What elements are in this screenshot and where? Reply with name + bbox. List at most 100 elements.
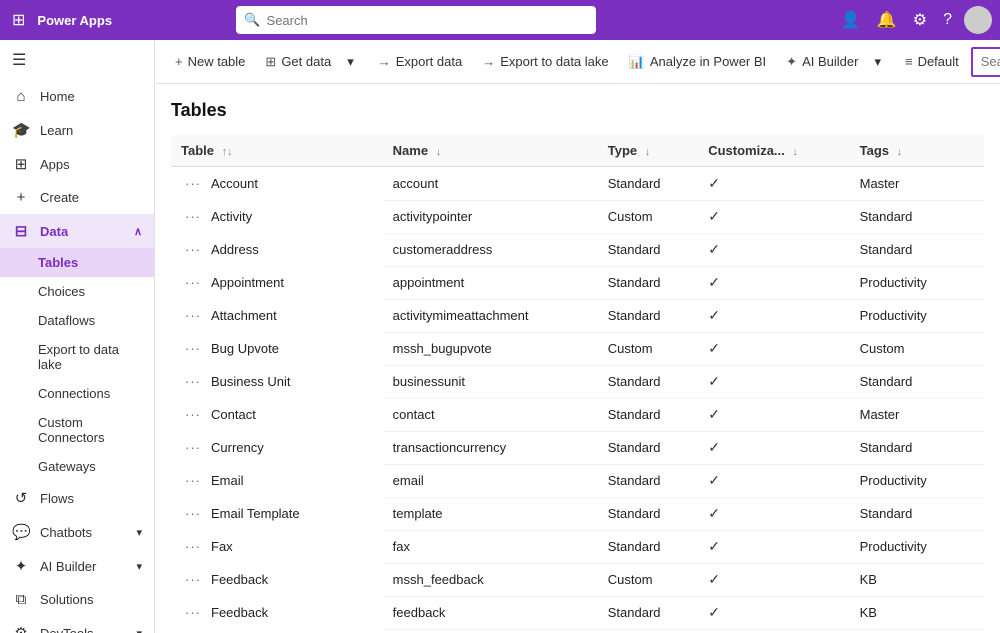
sidebar-item-solutions[interactable]: ⧉ Solutions — [0, 583, 154, 616]
row-dots-button[interactable]: ··· — [181, 603, 205, 622]
table-name-text[interactable]: Business Unit — [211, 374, 290, 389]
default-button[interactable]: ≡ Default — [897, 49, 967, 74]
cell-type: Custom — [598, 200, 698, 233]
sidebar-item-custom-connectors[interactable]: Custom Connectors — [0, 408, 154, 452]
export-data-button[interactable]: → Export data — [370, 49, 471, 74]
get-data-dropdown[interactable]: ▾ — [343, 49, 358, 75]
row-dots-button[interactable]: ··· — [181, 405, 205, 424]
ai-builder-button[interactable]: ✦ AI Builder — [778, 49, 866, 75]
toolbar-search-box — [971, 47, 1000, 77]
row-dots-button[interactable]: ··· — [181, 471, 205, 490]
sidebar-label-chatbots: Chatbots — [40, 525, 92, 540]
person-icon[interactable]: 👤 — [837, 6, 865, 34]
row-dots-button[interactable]: ··· — [181, 372, 205, 391]
table-header-row: Table ↑↓ Name ↓ Type ↓ Customiza... ↓ Ta… — [171, 135, 984, 167]
get-data-label: Get data — [281, 54, 331, 69]
ai-builder-dropdown[interactable]: ▾ — [870, 49, 885, 75]
table-name-text[interactable]: Address — [211, 242, 259, 257]
get-data-icon: ⊞ — [265, 54, 276, 70]
row-dots-button[interactable]: ··· — [181, 504, 205, 523]
brand-label: Power Apps — [37, 13, 112, 28]
cell-type: Standard — [598, 497, 698, 530]
chatbots-chevron-icon: ▾ — [136, 526, 142, 539]
table-name-text[interactable]: Appointment — [211, 275, 284, 290]
row-dots-button[interactable]: ··· — [181, 438, 205, 457]
sidebar-item-tables[interactable]: Tables — [0, 248, 154, 277]
row-dots-button[interactable]: ··· — [181, 240, 205, 259]
topbar-search-input[interactable] — [267, 13, 589, 28]
grid-icon[interactable]: ⊞ — [8, 6, 29, 34]
table-name-text[interactable]: Contact — [211, 407, 256, 422]
sidebar-item-export-datalake[interactable]: Export to data lake — [0, 335, 154, 379]
tables-table: Table ↑↓ Name ↓ Type ↓ Customiza... ↓ Ta… — [171, 135, 984, 633]
table-name-text[interactable]: Activity — [211, 209, 252, 224]
row-dots-button[interactable]: ··· — [181, 570, 205, 589]
type-sort-icon: ↓ — [645, 146, 651, 158]
cell-tags: Productivity — [850, 464, 984, 497]
table-name-text[interactable]: Attachment — [211, 308, 277, 323]
sidebar-item-dataflows[interactable]: Dataflows — [0, 306, 154, 335]
sidebar-item-choices[interactable]: Choices — [0, 277, 154, 306]
row-dots-button[interactable]: ··· — [181, 174, 205, 193]
bell-icon[interactable]: 🔔 — [873, 6, 901, 34]
sidebar-item-create[interactable]: + Create — [0, 181, 154, 214]
cell-table-container: ··· Appointment — [171, 266, 383, 299]
col-tags[interactable]: Tags ↓ — [850, 135, 984, 167]
sidebar-toggle[interactable]: ☰ — [0, 40, 154, 80]
table-name-text[interactable]: Feedback — [211, 572, 268, 587]
sidebar-item-apps[interactable]: ⊞ Apps — [0, 147, 154, 181]
analyze-icon: 📊 — [629, 54, 645, 70]
col-table[interactable]: Table ↑↓ — [171, 135, 383, 167]
table-name-text[interactable]: Feedback — [211, 605, 268, 620]
table-row: ···Email TemplatetemplateStandard✓Standa… — [171, 497, 984, 530]
cell-customizable: ✓ — [698, 398, 849, 431]
sidebar-item-devtools[interactable]: ⚙ DevTools ▾ — [0, 616, 154, 633]
sidebar-label-tables: Tables — [38, 255, 78, 270]
table-name-text[interactable]: Account — [211, 176, 258, 191]
help-icon[interactable]: ? — [939, 7, 956, 33]
sidebar-item-gateways[interactable]: Gateways — [0, 452, 154, 481]
sidebar-item-learn[interactable]: 🎓 Learn — [0, 113, 154, 147]
col-type[interactable]: Type ↓ — [598, 135, 698, 167]
cell-tags: Standard — [850, 629, 984, 633]
table-name-text[interactable]: Currency — [211, 440, 264, 455]
user-avatar[interactable] — [964, 6, 992, 34]
export-datalake-button[interactable]: → Export to data lake — [474, 49, 616, 74]
cell-tags: Productivity — [850, 530, 984, 563]
sidebar-item-chatbots[interactable]: 💬 Chatbots ▾ — [0, 515, 154, 549]
row-dots-button[interactable]: ··· — [181, 339, 205, 358]
checkmark-icon: ✓ — [708, 373, 720, 389]
row-dots-button[interactable]: ··· — [181, 273, 205, 292]
table-name-text[interactable]: Fax — [211, 539, 233, 554]
row-dots-button[interactable]: ··· — [181, 306, 205, 325]
sidebar-item-data[interactable]: ⊟ Data ∧ — [0, 214, 154, 248]
row-dots-button[interactable]: ··· — [181, 207, 205, 226]
new-table-button[interactable]: + New table — [167, 49, 253, 74]
checkmark-icon: ✓ — [708, 175, 720, 191]
sidebar-label-dataflows: Dataflows — [38, 313, 95, 328]
sidebar-item-connections[interactable]: Connections — [0, 379, 154, 408]
sidebar-item-ai-builder[interactable]: ✦ AI Builder ▾ — [0, 549, 154, 583]
settings-icon[interactable]: ⚙ — [909, 6, 931, 34]
table-name-text[interactable]: Bug Upvote — [211, 341, 279, 356]
cell-table-container: ··· Feedback — [171, 563, 383, 596]
name-sort-icon: ↓ — [436, 146, 442, 158]
get-data-button[interactable]: ⊞ Get data — [257, 49, 339, 75]
sidebar-item-home[interactable]: ⌂ Home — [0, 80, 154, 113]
home-icon: ⌂ — [12, 88, 30, 105]
cell-customizable: ✓ — [698, 299, 849, 332]
table-row: ···Knowledge ArticleknowledgearticleStan… — [171, 629, 984, 633]
col-customizable[interactable]: Customiza... ↓ — [698, 135, 849, 167]
toolbar: + New table ⊞ Get data ▾ → Export data →… — [155, 40, 1000, 84]
sidebar-item-flows[interactable]: ↺ Flows — [0, 481, 154, 515]
table-name-text[interactable]: Email Template — [211, 506, 300, 521]
toolbar-search-input[interactable] — [981, 54, 1000, 69]
col-name[interactable]: Name ↓ — [383, 135, 598, 167]
table-sort-icon: ↑↓ — [222, 146, 233, 158]
table-name-text[interactable]: Email — [211, 473, 244, 488]
toolbar-right — [971, 47, 1000, 77]
analyze-powerbi-button[interactable]: 📊 Analyze in Power BI — [621, 49, 775, 75]
row-dots-button[interactable]: ··· — [181, 537, 205, 556]
cell-name: email — [383, 464, 598, 497]
cell-name: activitypointer — [383, 200, 598, 233]
